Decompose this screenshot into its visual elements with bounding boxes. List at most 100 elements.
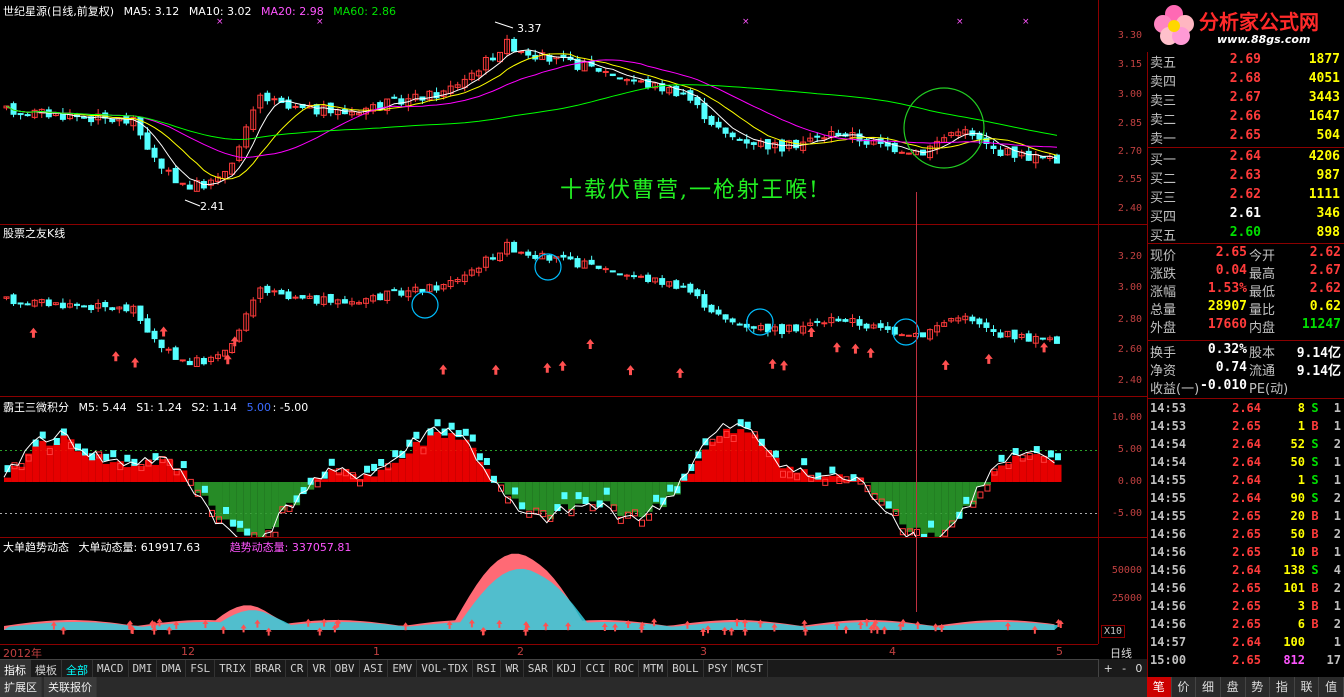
candle-body (172, 167, 179, 184)
signal-box (928, 520, 935, 528)
osc-bar (864, 482, 872, 483)
indicator-tab[interactable]: FSL (186, 660, 216, 677)
candle-body (1053, 154, 1060, 164)
indicator-tab[interactable]: 指标 (0, 660, 31, 677)
tab-extension-area[interactable]: 扩展区 (0, 677, 42, 697)
candle-body (1011, 146, 1018, 158)
tab-related-quotes[interactable]: 关联报价 (44, 677, 97, 697)
candle-body (313, 104, 320, 115)
order-label: 卖三 (1150, 94, 1177, 109)
indicator-tab[interactable]: OBV (331, 660, 360, 677)
indicator-tab[interactable]: ASI (360, 660, 389, 677)
trade-time: 14:57 (1150, 635, 1187, 649)
indicator-tab[interactable]: VR (308, 660, 331, 677)
candle-body (623, 274, 630, 277)
osc-bar (892, 482, 900, 512)
osc-bar (74, 451, 82, 482)
candle-body (898, 334, 905, 337)
indicator-tab[interactable]: CR (286, 660, 309, 677)
osc-bar (709, 441, 717, 482)
indicator-tab[interactable]: MTM (639, 660, 669, 677)
candle-body (489, 257, 496, 260)
signal-box (1047, 450, 1054, 458)
trade-row: 14:54 2.64 52 S 2 (1147, 437, 1344, 455)
indicator-tab[interactable]: DMA (157, 660, 187, 677)
osc-bar (39, 440, 47, 482)
indicator-tab[interactable]: RSI (473, 660, 502, 677)
candle-body (997, 149, 1004, 156)
side-tab[interactable]: 价 (1172, 677, 1197, 697)
trade-time: 14:55 (1150, 473, 1187, 487)
side-tab[interactable]: 联 (1295, 677, 1320, 697)
indicator-tab[interactable]: CCI (581, 660, 611, 677)
indicator-tab[interactable]: KDJ (553, 660, 582, 677)
trade-time: 14:54 (1150, 437, 1187, 451)
buy-arrow (159, 326, 168, 337)
signal-box (772, 450, 779, 458)
side-tab[interactable]: 盘 (1221, 677, 1246, 697)
trade-count: 2 (1333, 437, 1341, 451)
candle-body (546, 255, 553, 261)
candle-body (489, 57, 496, 61)
candle-body (10, 294, 17, 305)
zoom-out-button[interactable]: - (1122, 662, 1126, 675)
trade-time: 14:53 (1150, 401, 1187, 415)
candle-body (391, 96, 398, 99)
side-tab[interactable]: 值 (1319, 677, 1344, 697)
indicator-tab[interactable]: 模板 (31, 660, 62, 677)
candle-body (722, 314, 729, 320)
indicator-tab[interactable]: TRIX (215, 660, 251, 677)
zoom-reset-button[interactable]: 0 (1135, 662, 1142, 675)
order-row: 卖一 2.65 504 (1147, 128, 1344, 147)
signal-box (575, 492, 582, 500)
side-tab[interactable]: 细 (1196, 677, 1221, 697)
signal-box (462, 428, 469, 436)
indicator-tab[interactable]: 全部 (62, 660, 93, 677)
stock-friend-kline-panel[interactable]: 股票之友K线 (0, 225, 1098, 396)
indicator-tab[interactable]: VOL-TDX (417, 660, 473, 677)
side-tab[interactable]: 笔 (1147, 677, 1172, 697)
order-volume: 1647 (1308, 109, 1340, 124)
osc-bar (88, 458, 96, 482)
order-price: 2.65 (1229, 128, 1261, 143)
order-price: 2.60 (1229, 225, 1261, 240)
zoom-in-button[interactable]: + (1104, 662, 1113, 675)
side-tab[interactable]: 势 (1246, 677, 1271, 697)
trade-price: 2.65 (1232, 509, 1261, 523)
osc-bar (109, 462, 117, 482)
candle-body (835, 132, 842, 136)
osc-bar (497, 482, 505, 484)
signal-box (885, 501, 892, 509)
indicator-tab[interactable]: PSY (704, 660, 733, 677)
side-divider (1147, 147, 1344, 148)
trade-row: 14:56 2.65 101 B 2 (1147, 581, 1344, 599)
stat-row: 涨跌 0.04 最高 2.67 (1147, 263, 1344, 282)
indicator-tab[interactable]: MACD (93, 660, 129, 677)
axis-tick: 50000 (1111, 565, 1142, 576)
candle-body (433, 285, 440, 291)
osc-bar (321, 479, 329, 482)
signal-box (963, 496, 970, 504)
stat-row: 外盘 17660 内盘 11247 (1147, 317, 1344, 336)
stat-label: 内盘 (1249, 321, 1276, 336)
indicator-tab[interactable]: DMI (129, 660, 158, 677)
candle-body (976, 318, 983, 325)
main-kline-panel[interactable]: 世纪星源(日线,前复权) MA5: 3.12 MA10: 3.02 MA20: … (0, 0, 1098, 224)
osc-bar (617, 482, 625, 516)
axis-tick: 5.00 (1117, 444, 1142, 455)
candle-body (595, 265, 602, 269)
candle-body (814, 135, 821, 138)
big-order-trend-panel[interactable]: 大单趋势动态 大单动态量: 619917.63 趋势动态量: 337057.81 (0, 538, 1098, 644)
indicator-tab[interactable]: BRAR (251, 660, 287, 677)
side-tab[interactable]: 指 (1270, 677, 1295, 697)
indicator-tab[interactable]: EMV (388, 660, 418, 677)
order-row: 买一 2.64 4206 (1147, 149, 1344, 168)
indicator-tab[interactable]: ROC (610, 660, 640, 677)
indicator-tab[interactable]: BOLL (668, 660, 704, 677)
indicator-tab[interactable]: MCST (732, 660, 768, 677)
indicator-tab[interactable]: WR (501, 660, 524, 677)
trade-volume: 20 (1290, 509, 1305, 523)
stat-label: 外盘 (1150, 321, 1177, 336)
indicator-tab[interactable]: SAR (524, 660, 553, 677)
bawang-integral-panel[interactable]: 霸王三微积分 M5: 5.44 S1: 1.24 S2: 1.14 5.00 :… (0, 397, 1098, 537)
